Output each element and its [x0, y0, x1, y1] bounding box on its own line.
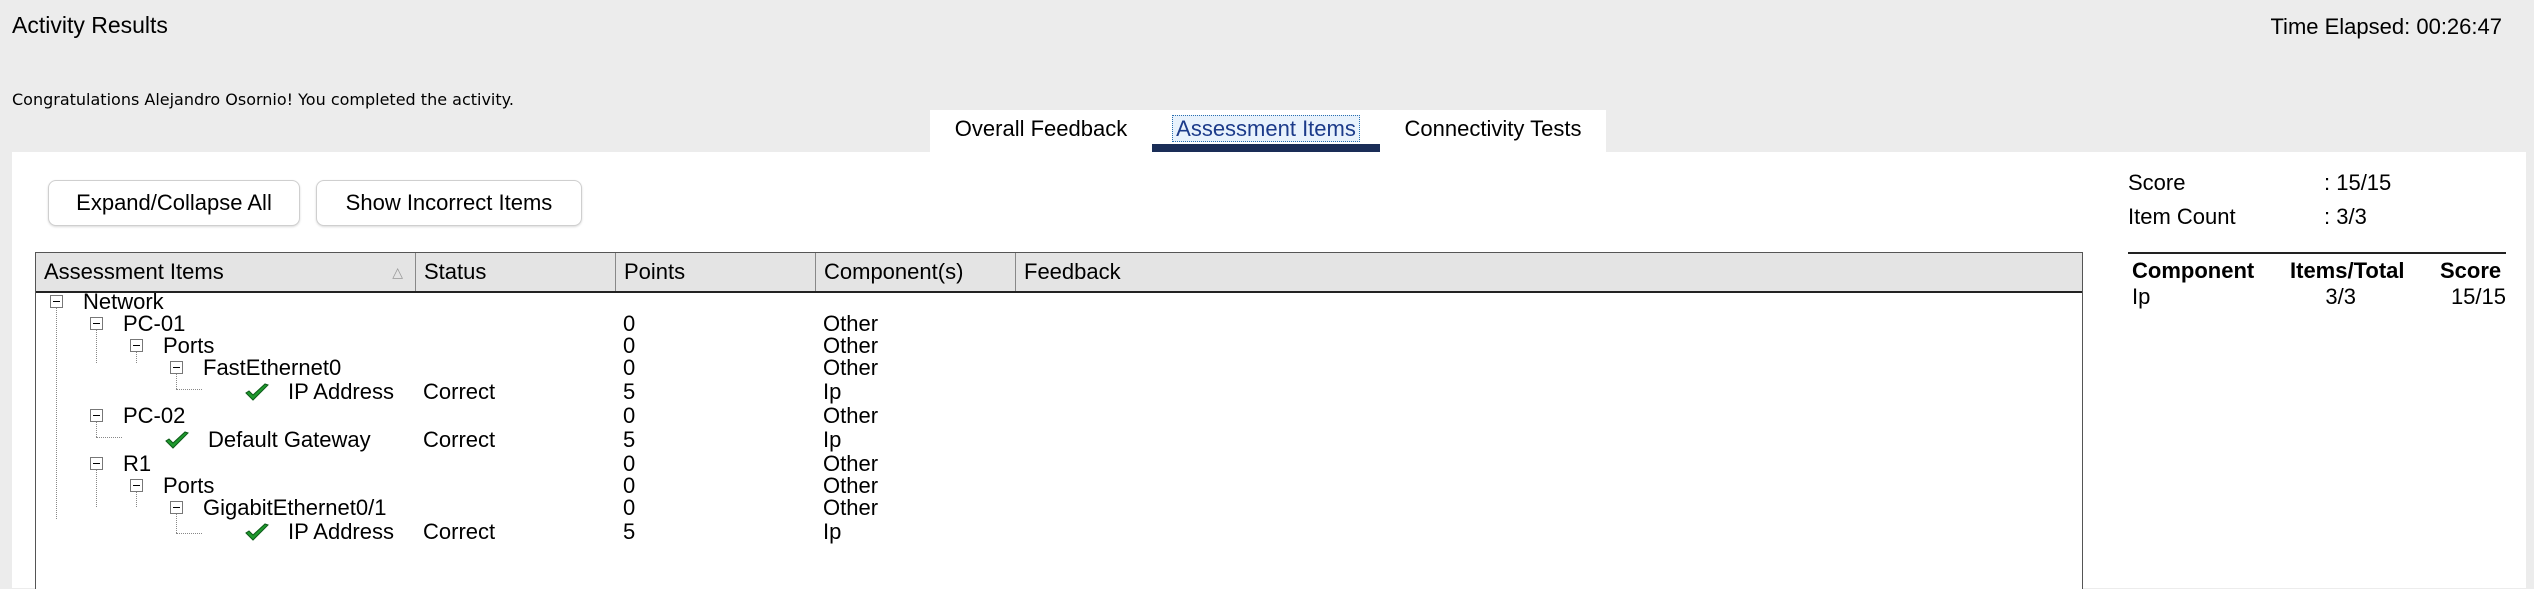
points-cell: 5	[623, 519, 636, 544]
tree-item-label: IP Address	[288, 379, 394, 404]
tree-item-label: Default Gateway	[208, 427, 371, 452]
points-cell: 0	[623, 333, 636, 358]
collapse-toggle-icon[interactable]	[90, 457, 103, 470]
sort-arrow-icon: △	[392, 264, 403, 280]
show-incorrect-items-button[interactable]: Show Incorrect Items	[316, 180, 582, 226]
collapse-toggle-icon[interactable]	[130, 339, 143, 352]
table-row[interactable]: Ports 0 Other	[36, 475, 2082, 497]
checkmark-icon	[165, 431, 189, 449]
points-cell: 0	[623, 473, 636, 498]
column-header-label: Assessment Items	[44, 259, 224, 284]
points-cell: 0	[623, 355, 636, 380]
points-cell: 0	[623, 495, 636, 520]
tree-item-label: FastEthernet0	[203, 355, 342, 380]
tab-overall-feedback[interactable]: Overall Feedback	[930, 110, 1152, 152]
tab-bar: Overall Feedback Assessment Items Connec…	[930, 110, 1606, 152]
column-header-assessment-items[interactable]: Assessment Items △	[36, 253, 416, 291]
points-cell: 5	[623, 379, 636, 404]
points-cell: 0	[623, 403, 636, 428]
summary-column-score: Score	[2440, 258, 2502, 283]
collapse-toggle-icon[interactable]	[170, 501, 183, 514]
tree-item-label: GigabitEthernet0/1	[203, 495, 387, 520]
table-row[interactable]: PC-02 0 Other	[36, 405, 2082, 427]
points-cell: 0	[623, 311, 636, 336]
table-row[interactable]: FastEthernet0 0 Other	[36, 357, 2082, 379]
summary-column-items-total: Items/Total	[2290, 258, 2405, 283]
table-row[interactable]: R1 0 Other	[36, 453, 2082, 475]
collapse-toggle-icon[interactable]	[90, 409, 103, 422]
status-cell: Correct	[423, 427, 496, 452]
table-row[interactable]: Ports 0 Other	[36, 335, 2082, 357]
table-row[interactable]: Network	[36, 291, 2082, 313]
expand-collapse-all-button[interactable]: Expand/Collapse All	[48, 180, 300, 226]
assessment-items-table: Assessment Items △ Status Points Compone…	[35, 252, 2083, 589]
points-cell: 5	[623, 427, 636, 452]
item-count-label: Item Count	[2128, 204, 2236, 229]
tree-item-label: R1	[123, 451, 152, 476]
table-row[interactable]: IP Address Correct 5 Ip	[36, 521, 2082, 543]
tree-item-label: PC-01	[123, 311, 186, 336]
column-header-components[interactable]: Component(s)	[816, 253, 1016, 291]
points-cell: 0	[623, 451, 636, 476]
component-cell: Other	[823, 473, 879, 498]
component-cell: Ip	[823, 427, 842, 452]
column-header-status[interactable]: Status	[416, 253, 616, 291]
score-value: : 15/15	[2324, 170, 2392, 195]
tab-assessment-items[interactable]: Assessment Items	[1152, 110, 1380, 152]
congratulations-message: Congratulations Alejandro Osornio! You c…	[12, 90, 514, 109]
column-header-feedback[interactable]: Feedback	[1016, 253, 2082, 291]
component-cell: Other	[823, 403, 879, 428]
tab-assessment-items-label: Assessment Items	[1172, 115, 1360, 142]
checkmark-icon	[245, 523, 269, 541]
table-row[interactable]: IP Address Correct 5 Ip	[36, 381, 2082, 403]
summary-items-total-cell: 3/3	[2325, 284, 2356, 309]
component-cell: Other	[823, 495, 879, 520]
table-header: Assessment Items △ Status Points Compone…	[36, 253, 2082, 293]
status-cell: Correct	[423, 379, 496, 404]
tab-connectivity-tests[interactable]: Connectivity Tests	[1380, 110, 1606, 152]
component-cell: Ip	[823, 379, 842, 404]
summary-column-component: Component	[2132, 258, 2255, 283]
tree-item-label: PC-02	[123, 403, 186, 428]
table-row[interactable]: Default Gateway Correct 5 Ip	[36, 429, 2082, 451]
tree-item-label: Ports	[163, 333, 215, 358]
time-elapsed: Time Elapsed: 00:26:47	[2270, 14, 2502, 39]
collapse-toggle-icon[interactable]	[170, 361, 183, 374]
score-label: Score	[2128, 170, 2186, 195]
summary-score-cell: 15/15	[2450, 284, 2506, 309]
component-cell: Other	[823, 311, 879, 336]
tree-item-label: IP Address	[288, 519, 394, 544]
tree-item-label: Network	[83, 289, 164, 314]
window-title: Activity Results	[12, 12, 168, 38]
component-cell: Ip	[823, 519, 842, 544]
summary-component-cell: Ip	[2132, 284, 2151, 309]
checkmark-icon	[245, 383, 269, 401]
collapse-toggle-icon[interactable]	[50, 295, 63, 308]
table-row[interactable]: PC-01 0 Other	[36, 313, 2082, 335]
component-summary-table: Component Items/Total Score Ip 3/3 15/15	[2128, 252, 2506, 309]
collapse-toggle-icon[interactable]	[130, 479, 143, 492]
item-count-value: : 3/3	[2324, 204, 2367, 229]
status-cell: Correct	[423, 519, 496, 544]
component-cell: Other	[823, 333, 879, 358]
component-cell: Other	[823, 355, 879, 380]
component-cell: Other	[823, 451, 879, 476]
column-header-points[interactable]: Points	[616, 253, 816, 291]
collapse-toggle-icon[interactable]	[90, 317, 103, 330]
table-row[interactable]: GigabitEthernet0/1 0 Other	[36, 497, 2082, 519]
tree-item-label: Ports	[163, 473, 215, 498]
